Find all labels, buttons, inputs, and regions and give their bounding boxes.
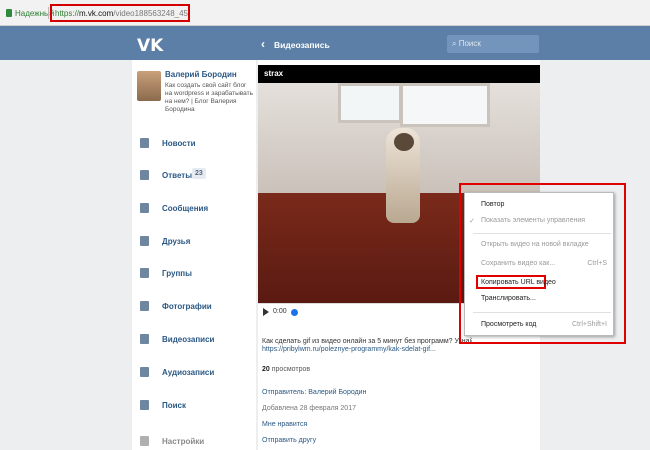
profile-name[interactable]: Валерий Бородин	[165, 70, 237, 79]
vk-logo[interactable]: VK	[137, 36, 163, 56]
sidebar-item-label: Настройки	[162, 437, 205, 446]
avatar[interactable]	[137, 71, 161, 101]
play-icon[interactable]	[263, 308, 269, 316]
sidebar-item-video[interactable]: Видеозаписи	[140, 332, 252, 350]
sidebar-item-label: Фотографии	[162, 302, 212, 311]
share-button[interactable]: Отправить другу	[262, 437, 316, 444]
friends-icon	[140, 236, 149, 246]
menu-divider	[473, 233, 611, 234]
description-link[interactable]: https://pribylwm.ru/poleznye-programmy/k…	[262, 346, 436, 353]
lock-icon	[6, 9, 12, 17]
search-input[interactable]: ⌕ Поиск	[447, 35, 539, 53]
video-frame-dog-head	[394, 133, 414, 151]
sidebar-item-label: Ответы	[162, 171, 193, 180]
video-frame-window	[400, 83, 490, 127]
like-button[interactable]: Мне нравится	[262, 421, 307, 428]
search-placeholder: Поиск	[458, 39, 481, 48]
sidebar-item-label: Видеозаписи	[162, 335, 215, 344]
context-menu: Повтор ✓ Показать элементы управления От…	[464, 192, 614, 336]
url-protocol: https://	[55, 9, 80, 18]
url-field[interactable]: https://m.vk.com/video188563248_45623915…	[50, 4, 190, 22]
menu-item-inspect[interactable]: Просмотреть код	[481, 321, 536, 328]
sidebar-item-label: Новости	[162, 139, 196, 148]
chevron-left-icon[interactable]: ‹	[261, 37, 265, 51]
replies-icon	[140, 170, 149, 180]
sidebar-item-photos[interactable]: Фотографии	[140, 299, 252, 317]
sidebar-item-label: Группы	[162, 269, 192, 278]
groups-icon	[140, 268, 149, 278]
sidebar-item-groups[interactable]: Группы	[140, 266, 252, 284]
video-icon	[140, 334, 149, 344]
seek-handle[interactable]	[291, 309, 298, 316]
sender-link[interactable]: Отправитель: Валерий Бородин	[262, 389, 366, 396]
sidebar-item-replies[interactable]: Ответы 23	[140, 168, 252, 186]
sidebar-item-label: Аудиозаписи	[162, 368, 215, 377]
sidebar-item-audio[interactable]: Аудиозаписи	[140, 365, 252, 383]
menu-item-repeat[interactable]: Повтор	[481, 201, 504, 208]
menu-item-open-new-tab[interactable]: Открыть видео на новой вкладке	[481, 241, 589, 248]
views-label: просмотров	[271, 366, 311, 373]
sidebar-item-settings[interactable]: Настройки	[140, 434, 252, 450]
sidebar-item-label: Сообщения	[162, 204, 209, 213]
sidebar-item-news[interactable]: Новости	[140, 136, 252, 154]
menu-item-save-video[interactable]: Сохранить видео как...	[481, 260, 555, 267]
messages-icon	[140, 203, 149, 213]
sidebar-item-friends[interactable]: Друзья	[140, 234, 252, 252]
views-number: 20	[262, 366, 270, 373]
sidebar	[132, 60, 256, 450]
profile-status: Как создать свой сайт блог на wordpress …	[165, 82, 253, 113]
added-date: Добавлена 28 февраля 2017	[262, 405, 356, 412]
menu-item-copy-url[interactable]: Копировать URL видео	[481, 279, 556, 286]
news-icon	[140, 138, 149, 148]
sidebar-item-label: Друзья	[162, 237, 191, 246]
url-path: /video188563248_456239155	[113, 9, 188, 18]
menu-item-cast[interactable]: Транслировать...	[481, 295, 536, 302]
views-count: 20 просмотров	[262, 366, 310, 373]
photos-icon	[140, 301, 149, 311]
settings-icon	[140, 436, 149, 446]
video-description: Как сделать gif из видео онлайн за 5 мин…	[262, 338, 472, 345]
audio-icon	[140, 367, 149, 377]
shortcut-label: Ctrl+S	[587, 260, 607, 267]
video-time: 0:00	[273, 308, 287, 315]
sidebar-item-messages[interactable]: Сообщения	[140, 201, 252, 219]
menu-divider	[473, 312, 611, 313]
divider	[48, 7, 49, 19]
sidebar-item-search[interactable]: Поиск	[140, 398, 252, 416]
shortcut-label: Ctrl+Shift+I	[571, 321, 607, 328]
check-icon: ✓	[469, 218, 475, 225]
video-frame-window	[338, 83, 402, 123]
search-icon	[140, 400, 149, 410]
video-title: strax	[258, 65, 540, 83]
menu-item-show-controls[interactable]: Показать элементы управления	[481, 217, 585, 224]
count-badge: 23	[192, 168, 206, 179]
url-host: m.vk.com	[79, 9, 114, 18]
sidebar-item-label: Поиск	[162, 401, 187, 410]
page-title: Видеозапись	[274, 40, 330, 50]
